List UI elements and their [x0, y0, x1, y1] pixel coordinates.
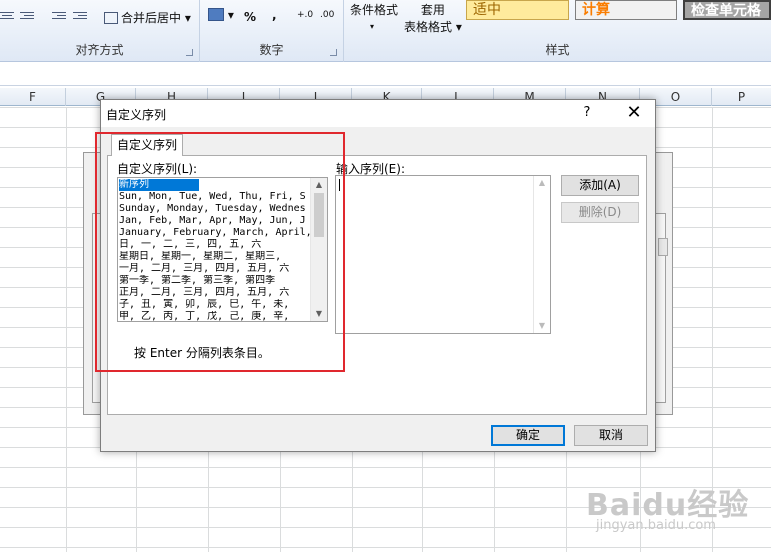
- dialog-launcher-icon[interactable]: [186, 49, 193, 56]
- merge-icon: [104, 12, 118, 24]
- merge-center-button[interactable]: 合并后居中 ▾: [104, 9, 191, 26]
- ribbon: 合并后居中 ▾ 对齐方式 ▾ % , +.0 .00 数字 条件格式 ▾ 套用 表格…: [0, 0, 771, 62]
- dialog-title: 自定义序列: [106, 108, 167, 122]
- comma-button[interactable]: ,: [272, 8, 277, 22]
- number-group: ▾ % , +.0 .00 数字: [200, 0, 344, 62]
- alignment-group-label: 对齐方式: [75, 43, 124, 57]
- style-check-cell[interactable]: 检查单元格: [683, 0, 771, 20]
- watermark-url: jingyan.baidu.com: [596, 518, 716, 533]
- add-button[interactable]: 添加(A): [561, 175, 639, 196]
- align-center-icon[interactable]: [0, 10, 14, 22]
- scroll-up-icon[interactable]: ▲: [534, 176, 550, 190]
- ok-button[interactable]: 确定: [491, 425, 565, 446]
- cancel-button[interactable]: 取消: [574, 425, 648, 446]
- style-neutral[interactable]: 适中: [466, 0, 569, 20]
- styles-group-label: 样式: [545, 43, 570, 57]
- column-header[interactable]: F: [0, 88, 66, 106]
- align-right-icon[interactable]: [20, 10, 34, 22]
- highlight-box: [95, 132, 345, 372]
- decrease-indent-icon[interactable]: [52, 10, 66, 22]
- formula-bar-area: [0, 62, 771, 86]
- decrease-decimal-button[interactable]: .00: [320, 10, 334, 20]
- close-button[interactable]: ✕: [619, 103, 649, 123]
- dialog-launcher-icon[interactable]: [330, 49, 337, 56]
- title-bar: 自定义序列 ? ✕: [101, 100, 655, 127]
- options-scroll-button[interactable]: [658, 238, 668, 256]
- delete-button[interactable]: 删除(D): [561, 202, 639, 223]
- scroll-down-icon[interactable]: ▼: [534, 319, 550, 333]
- entries-scrollbar[interactable]: ▲ ▼: [533, 176, 550, 333]
- list-entries-textarea[interactable]: ▲ ▼: [335, 175, 551, 334]
- column-header[interactable]: P: [712, 88, 771, 106]
- alignment-group: 合并后居中 ▾ 对齐方式: [0, 0, 200, 62]
- number-group-label: 数字: [259, 43, 284, 57]
- currency-icon: [208, 8, 224, 21]
- increase-indent-icon[interactable]: [73, 10, 87, 22]
- conditional-format-button[interactable]: 条件格式 ▾: [350, 1, 398, 32]
- style-calculation[interactable]: 计算: [575, 0, 677, 20]
- percent-button[interactable]: %: [244, 10, 256, 24]
- increase-decimal-button[interactable]: +.0: [297, 10, 313, 20]
- accounting-format-button[interactable]: ▾: [208, 8, 234, 22]
- table-format-button[interactable]: 套用 表格格式 ▾: [404, 1, 462, 35]
- styles-group: 条件格式 ▾ 套用 表格格式 ▾ 适中 计算 检查单元格 样式: [344, 0, 771, 62]
- help-button[interactable]: ?: [575, 103, 599, 123]
